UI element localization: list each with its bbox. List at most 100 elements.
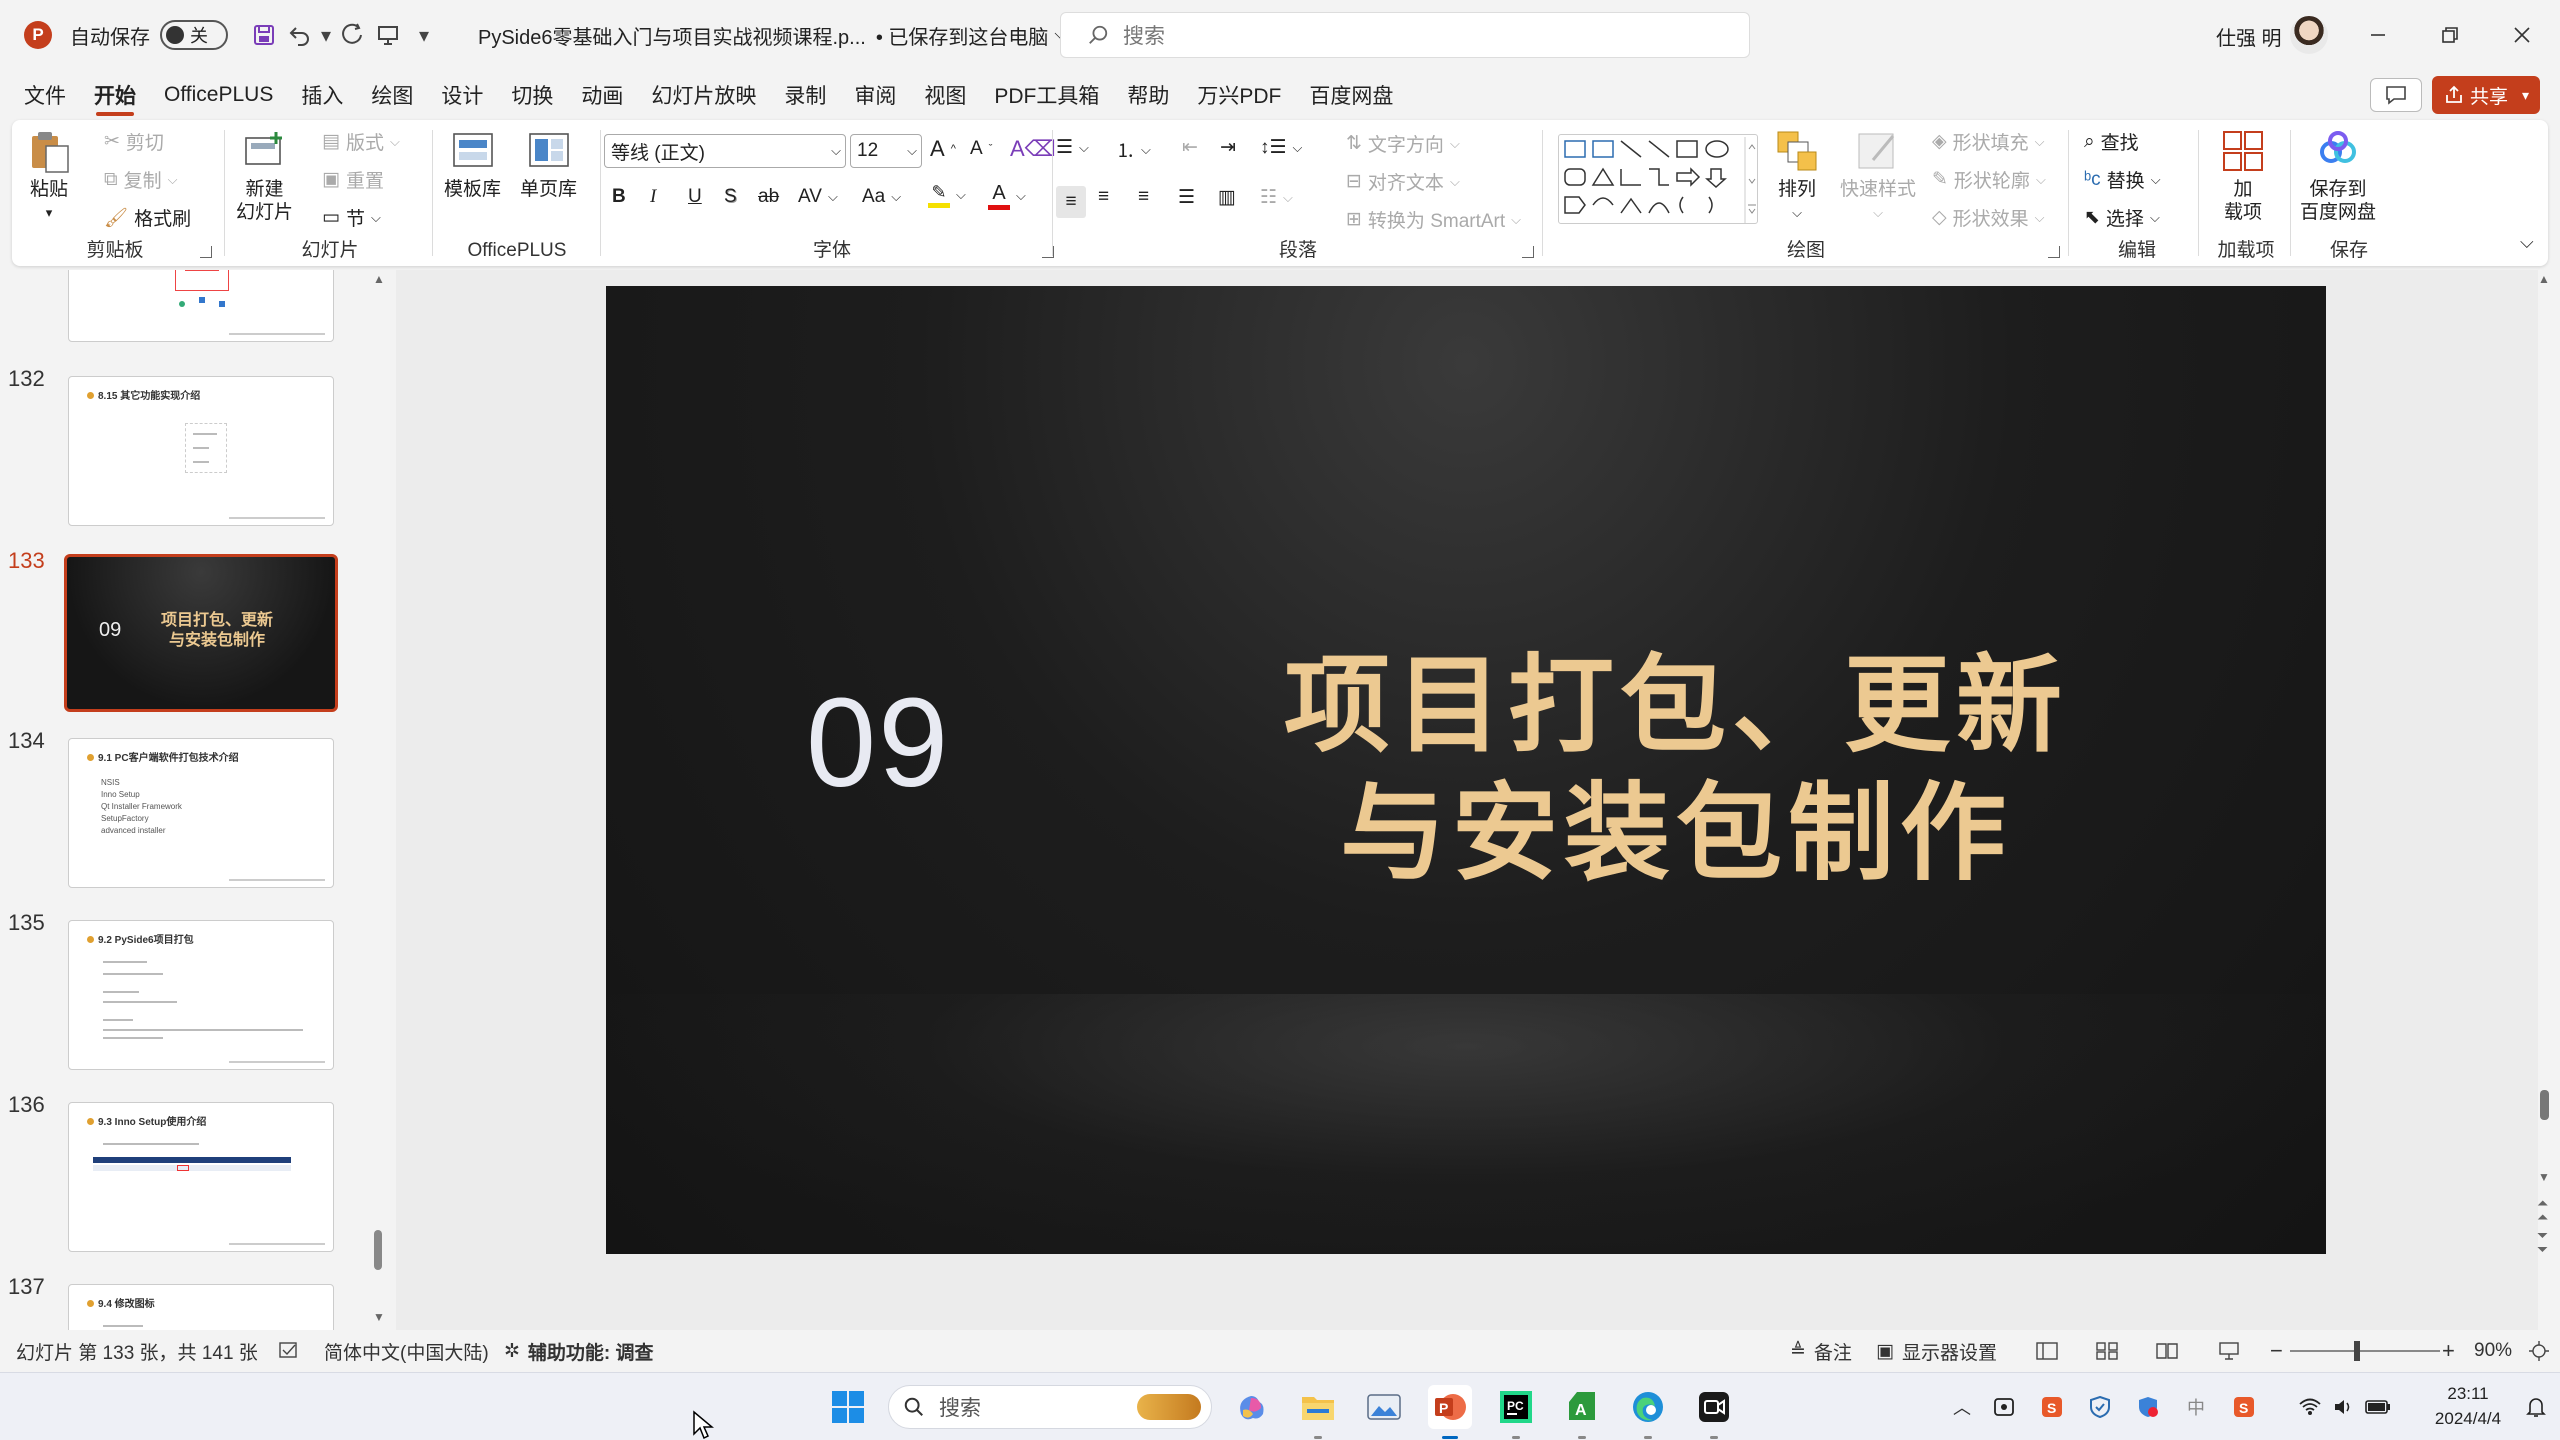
shapes-gallery[interactable] (1558, 134, 1758, 224)
copy-dropdown-icon[interactable]: ⌵ (168, 172, 178, 188)
tab-baidu-netdisk[interactable]: 百度网盘 (1295, 72, 1407, 118)
undo-icon[interactable] (282, 17, 318, 53)
justify-button[interactable]: ☰ (1178, 186, 1195, 209)
zoom-out-icon[interactable]: − (2270, 1332, 2283, 1370)
tray-s-icon[interactable]: S (2038, 1393, 2066, 1421)
scroll-down-icon[interactable]: ▼ (2538, 1170, 2550, 1184)
char-spacing-button[interactable]: AV ⌵ (798, 186, 838, 208)
align-text-button[interactable]: ⊟ 对齐文本 ⌵ (1346, 168, 1460, 195)
save-status[interactable]: • 已保存到这台电脑 (876, 21, 1049, 50)
new-slide-button[interactable]: 新建 幻灯片 (236, 128, 293, 224)
drawing-launcher-icon[interactable] (2048, 246, 2060, 258)
bullets-button[interactable]: ☰ ⌵ (1056, 136, 1089, 159)
screen-recorder-icon[interactable] (1692, 1385, 1736, 1439)
scrollbar-thumb[interactable] (2540, 1090, 2549, 1120)
layout-dropdown-icon[interactable]: ⌵ (390, 134, 400, 150)
save-icon[interactable] (246, 17, 282, 53)
zoom-level[interactable]: 90% (2474, 1332, 2512, 1370)
reset-button[interactable]: ▣ 重置 (322, 166, 384, 193)
slide-thumbnail[interactable] (68, 270, 334, 342)
replace-button[interactable]: ᵇc 替换 ⌵ (2084, 166, 2161, 193)
tab-slideshow[interactable]: 幻灯片放映 (637, 72, 770, 118)
previous-slide-icon[interactable]: ⏶ ⏶ (2537, 1196, 2548, 1224)
tab-wanxing-pdf[interactable]: 万兴PDF (1183, 72, 1295, 118)
slide-thumbnail-136[interactable]: 9.3 Inno Setup使用介绍 (68, 1102, 334, 1252)
tab-transitions[interactable]: 切换 (497, 72, 567, 118)
edge-browser-icon[interactable] (1626, 1385, 1670, 1439)
tab-view[interactable]: 视图 (910, 72, 980, 118)
paste-button[interactable]: 粘贴 ▾ (26, 128, 72, 224)
windows-start-icon[interactable] (826, 1385, 870, 1429)
section-dropdown-icon[interactable]: ⌵ (371, 210, 381, 226)
scrollbar-thumb[interactable] (374, 1230, 382, 1270)
tab-file[interactable]: 文件 (10, 72, 80, 118)
avatar[interactable] (2290, 16, 2328, 54)
slide-counter[interactable]: 幻灯片 第 133 张，共 141 张 (16, 1332, 258, 1370)
text-columns-button[interactable]: ☷ ⌵ (1260, 186, 1293, 209)
reading-view-icon[interactable] (2156, 1332, 2178, 1370)
font-name-select[interactable]: 等线 (正文) ⌵ (604, 134, 846, 168)
align-center-button[interactable]: ≡ (1098, 186, 1109, 208)
convert-smartart-button[interactable]: ⊞ 转换为 SmartArt ⌵ (1346, 206, 1521, 233)
slide-thumbnail-133[interactable]: 09 项目打包、更新 与安装包制作 (64, 554, 338, 712)
arrange-dropdown-icon[interactable]: ⌵ (1792, 201, 1802, 224)
tray-app-icon[interactable] (1990, 1393, 2018, 1421)
pycharm-icon[interactable]: PC (1494, 1385, 1538, 1439)
normal-view-icon[interactable] (2036, 1332, 2058, 1370)
shape-effects-button[interactable]: ◇ 形状效果 ⌵ (1932, 204, 2045, 231)
text-shadow-button[interactable]: S (724, 186, 737, 208)
addins-button[interactable]: 加 载项 (2220, 128, 2266, 224)
decrease-indent-button[interactable]: ⇤ (1182, 136, 1198, 159)
quick-styles-dropdown-icon[interactable]: ⌵ (1873, 201, 1883, 224)
font-size-select[interactable]: 12 ⌵ (850, 134, 922, 168)
change-case-button[interactable]: Aa ⌵ (862, 186, 901, 208)
scroll-down-icon[interactable]: ▼ (373, 1310, 385, 1324)
tab-home[interactable]: 开始 (80, 72, 150, 118)
zoom-slider[interactable] (2290, 1332, 2440, 1370)
tab-draw[interactable]: 绘图 (357, 72, 427, 118)
taskbar-search[interactable]: 搜索 (888, 1385, 1212, 1429)
slide-thumbnail-134[interactable]: 9.1 PC客户端软件打包技术介绍 NSIS Inno Setup Qt Ins… (68, 738, 334, 888)
template-library-button[interactable]: 模板库 (444, 128, 501, 201)
thumbnail-scrollbar[interactable]: ▲ ▼ (370, 270, 386, 1330)
slide-sorter-icon[interactable] (2096, 1332, 2118, 1370)
redo-icon[interactable] (334, 17, 370, 53)
share-button[interactable]: 共享 ▾ (2432, 76, 2540, 114)
shape-fill-button[interactable]: ◈ 形状填充 ⌵ (1932, 128, 2045, 155)
editor-scrollbar[interactable]: ▲ ▼ ⏶ ⏶ ⏷ ⏷ (2534, 270, 2556, 1330)
cut-button[interactable]: ✂ 剪切 (104, 128, 164, 155)
save-to-baidu-button[interactable]: 保存到 百度网盘 (2300, 128, 2376, 224)
format-painter-button[interactable]: 🖌 格式刷 (104, 204, 191, 231)
tab-review[interactable]: 审阅 (840, 72, 910, 118)
scroll-up-icon[interactable]: ▲ (2538, 272, 2550, 286)
tab-insert[interactable]: 插入 (287, 72, 357, 118)
notes-button[interactable]: ≜ 备注 (1790, 1332, 1852, 1370)
slide-thumbnail-pane[interactable]: 132 8.15 其它功能实现介绍 133 09 项目打包、更新 与安装包制作 … (0, 270, 370, 1330)
quick-styles-button[interactable]: 快速样式 ⌵ (1840, 128, 1916, 224)
section-button[interactable]: ▭ 节 ⌵ (322, 204, 381, 231)
columns-button[interactable]: ▥ (1218, 186, 1236, 209)
present-from-start-icon[interactable] (370, 17, 406, 53)
numbering-button[interactable]: ⒈ ⌵ (1116, 136, 1151, 163)
spellcheck-icon[interactable] (278, 1332, 300, 1370)
find-button[interactable]: ⌕ 查找 (2084, 128, 2139, 155)
shape-outline-button[interactable]: ✎ 形状轮廓 ⌵ (1932, 166, 2046, 193)
align-right-button[interactable]: ≡ (1138, 186, 1149, 208)
volume-icon[interactable] (2330, 1393, 2358, 1421)
comments-button[interactable] (2370, 78, 2422, 112)
scroll-up-icon[interactable]: ▲ (373, 272, 385, 286)
clear-formatting-button[interactable]: A⌫ (1010, 136, 1056, 162)
accessibility-button[interactable]: ✲ 辅助功能: 调查 (504, 1332, 654, 1370)
shrink-font-button[interactable]: Aˇ (970, 138, 992, 160)
photos-icon[interactable] (1362, 1385, 1406, 1429)
close-icon[interactable] (2504, 17, 2540, 53)
file-explorer-icon[interactable] (1296, 1385, 1340, 1439)
slide-thumbnail-132[interactable]: 8.15 其它功能实现介绍 (68, 376, 334, 526)
text-direction-button[interactable]: ⇅ 文字方向 ⌵ (1346, 130, 1460, 157)
tray-s2-icon[interactable]: S (2230, 1393, 2258, 1421)
share-dropdown-icon[interactable]: ▾ (2522, 87, 2529, 104)
next-slide-icon[interactable]: ⏷ ⏷ (2537, 1228, 2548, 1256)
slide-thumbnail-135[interactable]: 9.2 PySide6项目打包 (68, 920, 334, 1070)
antivirus-icon[interactable] (2134, 1393, 2162, 1421)
tab-pdf-toolbox[interactable]: PDF工具箱 (980, 72, 1113, 118)
